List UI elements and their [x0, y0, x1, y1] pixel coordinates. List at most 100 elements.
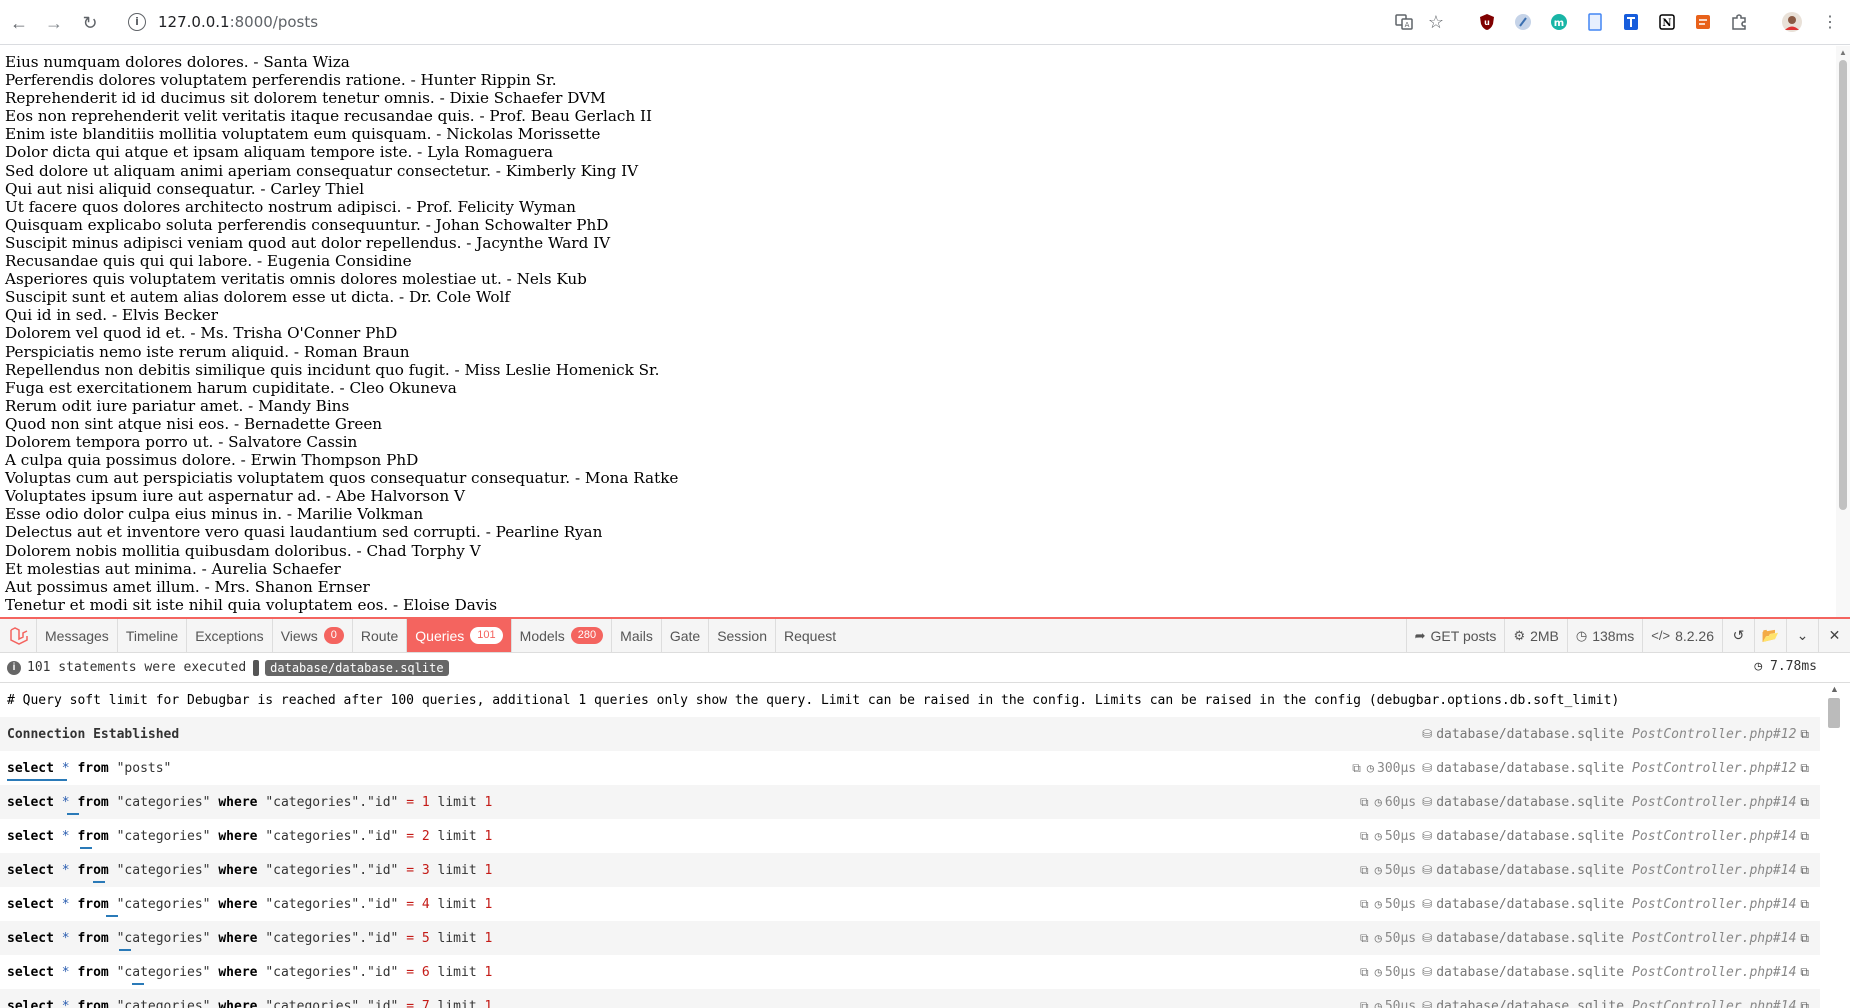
query-row[interactable]: select * from "categories" where "catego… [0, 921, 1820, 955]
source-link[interactable]: PostController.php#14 [1632, 897, 1796, 912]
sql-column: "categories"."id" [265, 999, 398, 1008]
site-info-icon[interactable]: i [128, 13, 146, 31]
source-link[interactable]: PostController.php#12 [1632, 761, 1796, 776]
extension-doc-icon[interactable] [1584, 11, 1606, 33]
sql-table: "categories" [117, 829, 211, 844]
queries-scrollbar-thumb[interactable] [1828, 698, 1840, 728]
query-row[interactable]: select * from "categories" where "catego… [0, 955, 1820, 989]
tab-request[interactable]: Request [776, 619, 844, 652]
external-link-icon[interactable]: ⧉ [1800, 863, 1809, 878]
sql-keyword: select [7, 897, 54, 912]
external-link-icon[interactable]: ⧉ [1800, 999, 1809, 1008]
query-row[interactable]: select * from "categories" where "catego… [0, 887, 1820, 921]
database-icon: ⛁ [1422, 727, 1432, 741]
copy-icon[interactable]: ⧉ [1352, 761, 1361, 776]
source-link[interactable]: PostController.php#14 [1632, 829, 1796, 844]
translate-icon[interactable]: A [1393, 11, 1415, 33]
time-indicator[interactable]: ◷138ms [1567, 619, 1642, 652]
address-bar[interactable]: i 127.0.0.1:8000/posts [120, 5, 1470, 39]
external-link-icon[interactable]: ⧉ [1800, 829, 1809, 844]
reload-icon[interactable]: ↻ [78, 11, 102, 35]
ublock-icon[interactable]: u [1476, 11, 1498, 33]
tab-messages[interactable]: Messages [37, 619, 118, 652]
copy-icon[interactable]: ⧉ [1360, 965, 1369, 980]
post-item: Voluptates ipsum iure aut aspernatur ad.… [5, 487, 1825, 505]
tab-gate[interactable]: Gate [662, 619, 709, 652]
query-row[interactable]: select * from "categories" where "catego… [0, 989, 1820, 1008]
queries-scrollbar[interactable]: ▲ [1820, 683, 1850, 1008]
copy-icon[interactable]: ⧉ [1360, 897, 1369, 912]
query-underline [106, 915, 118, 917]
back-icon[interactable]: ← [7, 11, 31, 35]
notion-icon[interactable]: N [1656, 11, 1678, 33]
tab-route[interactable]: Route [353, 619, 407, 652]
extension-m-icon[interactable]: m [1548, 11, 1570, 33]
source-link[interactable]: PostController.php#14 [1632, 965, 1796, 980]
forward-icon[interactable]: → [42, 11, 66, 35]
tab-timeline[interactable]: Timeline [118, 619, 187, 652]
scroll-up-icon[interactable]: ▲ [1830, 684, 1839, 694]
history-icon[interactable]: ↺ [1722, 619, 1754, 652]
scroll-up-icon[interactable]: ▲ [1839, 48, 1847, 57]
copy-icon[interactable]: ⧉ [1360, 829, 1369, 844]
sql-limit-value: 1 [484, 829, 492, 844]
sql-id: 7 [422, 999, 430, 1008]
query-row[interactable]: select * from "posts" ⧉ ◷300μs ⛁ databas… [0, 751, 1820, 785]
sql-operator: = [406, 829, 414, 844]
tab-queries[interactable]: Queries101 [407, 619, 511, 652]
profile-avatar[interactable] [1781, 11, 1803, 33]
source-link[interactable]: PostController.php#14 [1632, 795, 1796, 810]
query-meta: ⧉ ◷50μs ⛁ database/database.sqlite PostC… [1354, 887, 1809, 921]
route-indicator[interactable]: ➦GET posts [1406, 619, 1505, 652]
query-db: database/database.sqlite [1436, 931, 1624, 946]
database-badge[interactable]: database/database.sqlite [265, 660, 448, 676]
bitwarden-icon[interactable] [1620, 11, 1642, 33]
query-meta: ⧉ ◷60μs ⛁ database/database.sqlite PostC… [1354, 785, 1809, 819]
extensions-puzzle-icon[interactable] [1728, 11, 1750, 33]
copy-icon[interactable]: ⧉ [1360, 795, 1369, 810]
tab-mails[interactable]: Mails [612, 619, 662, 652]
post-item: Suscipit sunt et autem alias dolorem ess… [5, 288, 1825, 306]
copy-icon[interactable]: ⧉ [1360, 931, 1369, 946]
page-scrollbar[interactable]: ▲ [1836, 46, 1850, 620]
bookmark-star-icon[interactable]: ☆ [1425, 11, 1447, 33]
query-row[interactable]: select * from "categories" where "catego… [0, 853, 1820, 887]
sql-limit-value: 1 [484, 965, 492, 980]
sql-keyword: where [218, 863, 257, 878]
tab-views[interactable]: Views0 [273, 619, 353, 652]
minimize-chevron-down-icon[interactable]: ⌄ [1786, 619, 1818, 652]
source-link[interactable]: PostController.php#12 [1632, 727, 1796, 742]
copy-icon[interactable]: ⧉ [1360, 863, 1369, 878]
source-link[interactable]: PostController.php#14 [1632, 999, 1796, 1008]
page-scrollbar-thumb[interactable] [1839, 60, 1847, 510]
tab-exceptions[interactable]: Exceptions [187, 619, 272, 652]
sql-table: "categories" [117, 795, 211, 810]
info-icon: i [7, 661, 21, 675]
external-link-icon[interactable]: ⧉ [1800, 965, 1809, 980]
external-link-icon[interactable]: ⧉ [1800, 897, 1809, 912]
tab-session[interactable]: Session [709, 619, 776, 652]
external-link-icon[interactable]: ⧉ [1800, 931, 1809, 946]
query-row[interactable]: select * from "categories" where "catego… [0, 785, 1820, 819]
tab-models[interactable]: Models280 [512, 619, 613, 652]
query-meta: ⧉ ◷50μs ⛁ database/database.sqlite PostC… [1354, 819, 1809, 853]
queries-status-bar: i 101 statements were executed database/… [0, 653, 1850, 683]
copy-icon[interactable]: ⧉ [1360, 999, 1369, 1008]
external-link-icon[interactable]: ⧉ [1800, 727, 1809, 742]
sql-text: select * from "categories" where "catego… [0, 999, 492, 1008]
open-folder-icon[interactable]: 📂 [1754, 619, 1786, 652]
external-link-icon[interactable]: ⧉ [1800, 795, 1809, 810]
source-link[interactable]: PostController.php#14 [1632, 931, 1796, 946]
sql-limit-value: 1 [484, 863, 492, 878]
source-link[interactable]: PostController.php#14 [1632, 863, 1796, 878]
browser-menu-icon[interactable]: ⋮ [1819, 11, 1841, 33]
external-link-icon[interactable]: ⧉ [1800, 761, 1809, 776]
query-underline [80, 847, 92, 849]
close-icon[interactable]: ✕ [1818, 619, 1850, 652]
sql-column: "categories"."id" [265, 829, 398, 844]
laravel-logo-icon[interactable] [0, 619, 37, 652]
extension-circle-icon[interactable] [1512, 11, 1534, 33]
query-row[interactable]: select * from "categories" where "catego… [0, 819, 1820, 853]
extension-orange-icon[interactable] [1692, 11, 1714, 33]
database-icon: ⛁ [1422, 931, 1432, 945]
